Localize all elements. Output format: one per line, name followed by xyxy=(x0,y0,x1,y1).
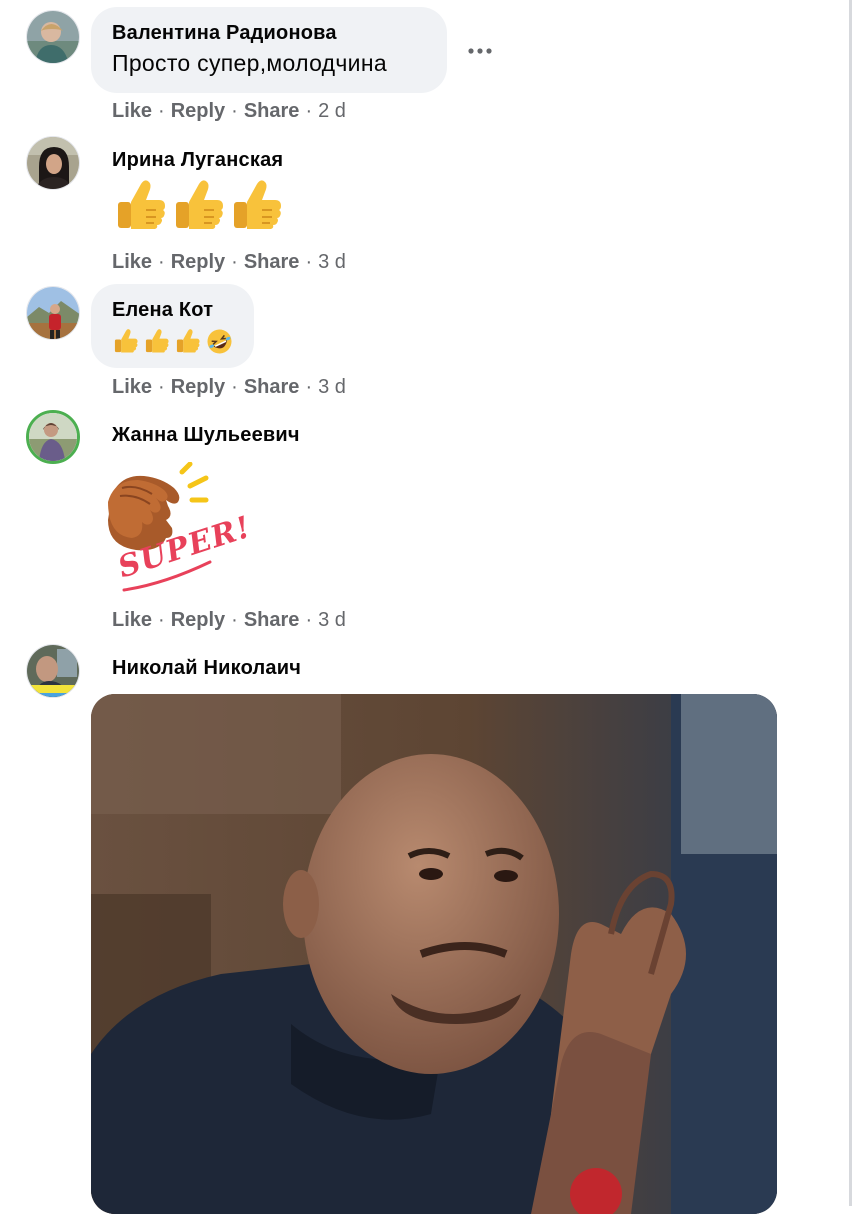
man-clapping-hands-gif[interactable] xyxy=(91,694,777,1214)
thumbs-up-emoji xyxy=(118,180,165,229)
comment-actions: Like · Reply · Share · 2 d xyxy=(112,99,346,123)
reply-button[interactable]: Reply xyxy=(171,609,225,631)
separator: · xyxy=(305,376,313,398)
comment-timestamp[interactable]: 3 d xyxy=(318,376,346,398)
avatar[interactable] xyxy=(26,410,80,464)
comment-actions: Like · Reply · Share · 3 d xyxy=(112,250,346,274)
comment-author[interactable]: Ирина Луганская xyxy=(112,148,283,172)
thumbs-up-emoji xyxy=(145,329,169,353)
comment-actions: Like · Reply · Share · 3 d xyxy=(112,608,346,632)
comment-author[interactable]: Николай Николаич xyxy=(112,656,301,680)
separator: · xyxy=(305,251,313,273)
share-button[interactable]: Share xyxy=(244,251,300,273)
like-button[interactable]: Like xyxy=(112,609,152,631)
comment-actions: Like · Reply · Share · 3 d xyxy=(112,375,346,399)
comment-author[interactable]: Валентина Радионова xyxy=(112,21,426,45)
comment-emoji-content xyxy=(113,328,233,355)
avatar[interactable] xyxy=(26,644,80,698)
share-button[interactable]: Share xyxy=(244,376,300,398)
like-button[interactable]: Like xyxy=(112,376,152,398)
comment-timestamp[interactable]: 3 d xyxy=(318,251,346,273)
reply-button[interactable]: Reply xyxy=(171,251,225,273)
comment-item: Валентина Радионова Просто супер,молодчи… xyxy=(0,0,852,130)
share-button[interactable]: Share xyxy=(244,100,300,122)
separator: · xyxy=(158,251,165,273)
separator: · xyxy=(158,609,165,631)
reply-button[interactable]: Reply xyxy=(171,376,225,398)
separator: · xyxy=(231,251,238,273)
comment-emoji-content xyxy=(115,178,283,232)
comment-bubble: Елена Кот xyxy=(91,284,254,368)
separator: · xyxy=(158,376,165,398)
comment-author[interactable]: Жанна Шульеевич xyxy=(112,423,300,447)
comment-author[interactable]: Елена Кот xyxy=(112,298,233,322)
separator: · xyxy=(231,376,238,398)
separator: · xyxy=(158,100,165,122)
rolling-laughing-emoji xyxy=(207,329,232,354)
like-button[interactable]: Like xyxy=(112,100,152,122)
comment-bubble: Валентина Радионова Просто супер,молодчи… xyxy=(91,7,447,93)
avatar[interactable] xyxy=(26,136,80,190)
more-options-button[interactable] xyxy=(462,33,498,69)
reply-button[interactable]: Reply xyxy=(171,100,225,122)
separator: · xyxy=(305,609,313,631)
thumbs-up-emoji xyxy=(176,180,223,229)
avatar[interactable] xyxy=(26,10,80,64)
separator: · xyxy=(231,100,238,122)
thumbs-up-emoji xyxy=(114,329,138,353)
comment-timestamp[interactable]: 3 d xyxy=(318,609,346,631)
separator: · xyxy=(231,609,238,631)
super-clapping-hands-sticker: SUPER! xyxy=(102,461,255,596)
comment-timestamp[interactable]: 2 d xyxy=(318,100,346,122)
share-button[interactable]: Share xyxy=(244,609,300,631)
comment-text: Просто супер,молодчина xyxy=(112,50,387,76)
thumbs-up-emoji xyxy=(234,180,281,229)
thumbs-up-emoji xyxy=(176,329,200,353)
separator: · xyxy=(305,100,313,122)
avatar[interactable] xyxy=(26,286,80,340)
more-horizontal-icon xyxy=(468,48,492,54)
like-button[interactable]: Like xyxy=(112,251,152,273)
